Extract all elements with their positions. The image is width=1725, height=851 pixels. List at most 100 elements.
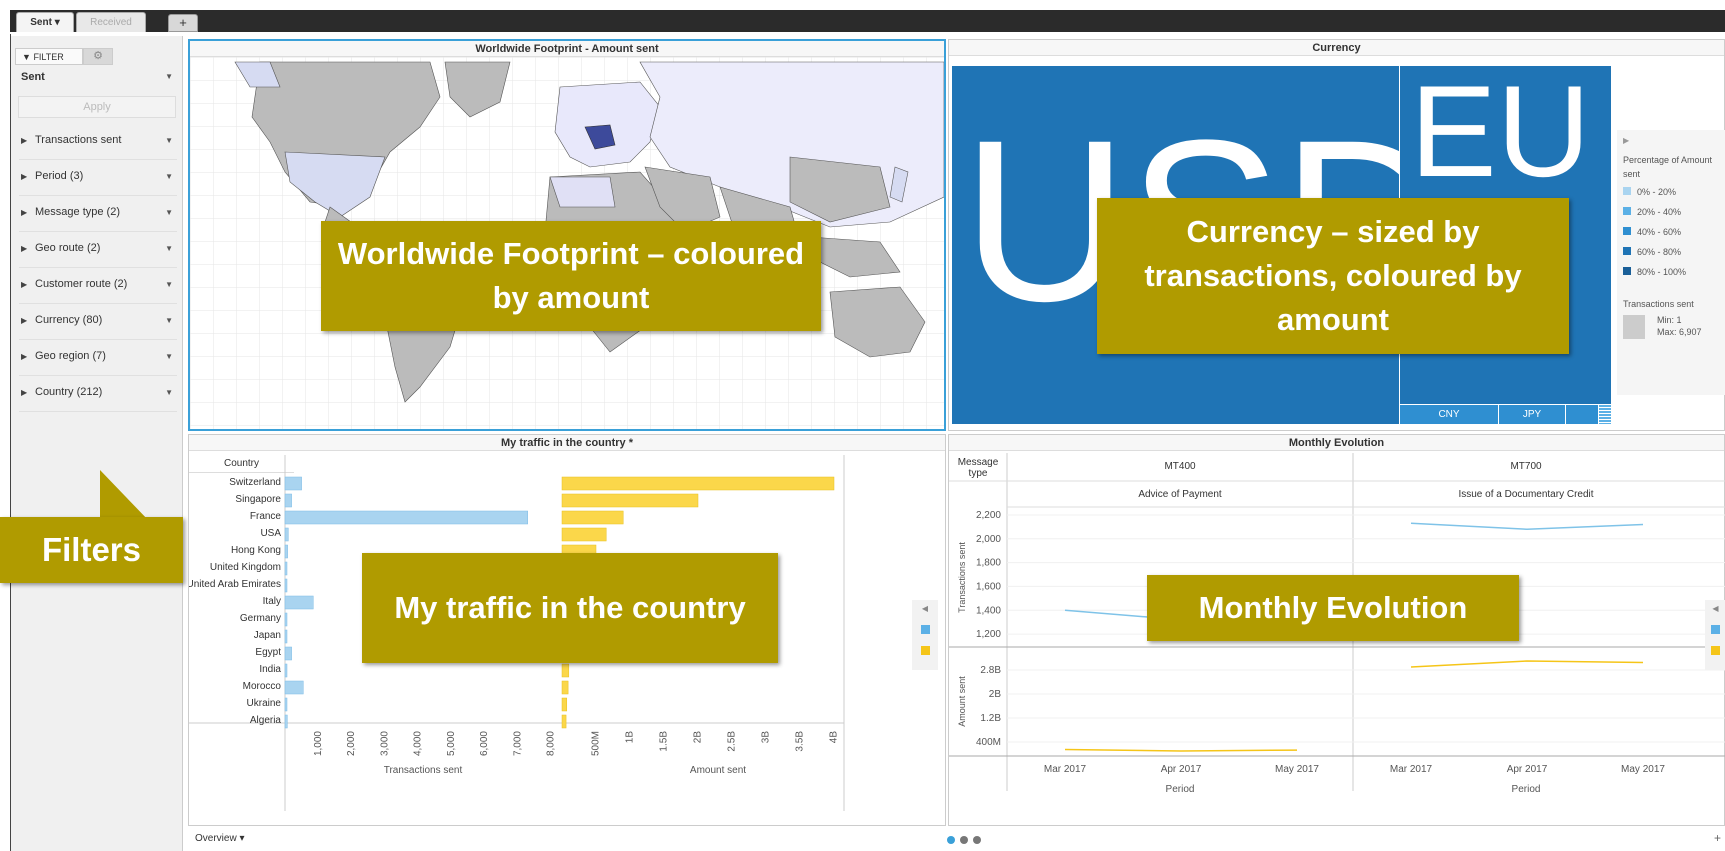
- amount-bar: [561, 493, 699, 508]
- transactions-bar: [284, 510, 528, 525]
- traffic-legend-collapsed[interactable]: ◀: [912, 600, 938, 670]
- treemap-tile-other[interactable]: [1566, 405, 1598, 424]
- country-label: United Kingdom: [210, 562, 281, 573]
- transactions-bar: [284, 561, 288, 576]
- transactions-tick-label: 6,000: [479, 731, 490, 756]
- legend-bin: 80% - 100%: [1623, 267, 1720, 287]
- legend-bin-label: 40% - 60%: [1637, 227, 1682, 237]
- map-panel-title: Worldwide Footprint - Amount sent: [190, 41, 944, 57]
- treemap-tile-cny[interactable]: CNY: [1400, 405, 1498, 424]
- transactions-tick-label: 5,000: [446, 731, 457, 756]
- page-dot[interactable]: [960, 836, 969, 844]
- treemap-tile-small[interactable]: [1599, 405, 1611, 424]
- country-label: France: [250, 511, 282, 522]
- page-dots[interactable]: [947, 835, 982, 847]
- legend-bin: 60% - 80%: [1623, 247, 1720, 267]
- treemap-label-eur: EU: [1410, 66, 1591, 204]
- expand-icon: ▶: [21, 244, 28, 253]
- chevron-down-icon: ▼: [165, 280, 173, 289]
- amount-bar: [561, 527, 607, 542]
- page-dot[interactable]: [973, 836, 982, 844]
- x-axis-title: Period: [1166, 784, 1195, 795]
- transactions-axis-title: Transactions sent: [384, 765, 463, 776]
- x-tick-label: May 2017: [1621, 764, 1665, 775]
- y-axis-title-amount: Amount sent: [957, 676, 967, 727]
- country-label: USA: [260, 528, 281, 539]
- monthly-legend-collapsed[interactable]: ◀: [1705, 600, 1725, 670]
- filter-item-label: Geo route (2): [35, 242, 101, 254]
- transactions-bar: [284, 493, 292, 508]
- tab-sent[interactable]: Sent ▾: [16, 12, 74, 32]
- y-tick-label: 2.8B: [980, 665, 1001, 676]
- filter-item-transactions[interactable]: ▶ Transactions sent ▼: [19, 122, 177, 160]
- gear-icon: ⚙: [93, 50, 103, 62]
- transactions-bar: [284, 646, 292, 661]
- x-tick-label: Mar 2017: [1390, 764, 1433, 775]
- legend-swatch: [1623, 247, 1631, 255]
- legend-bin: 0% - 20%: [1623, 187, 1720, 207]
- filter-item-period[interactable]: ▶ Period (3) ▼: [19, 158, 177, 196]
- chevron-down-icon: ▼: [165, 244, 173, 253]
- y-tick-label: 2,200: [976, 510, 1001, 521]
- chevron-down-icon: ▼: [165, 72, 173, 81]
- legend-bin-label: 0% - 20%: [1637, 187, 1677, 197]
- footer-bar: Overview ▾ +: [183, 828, 1725, 851]
- filter-item-country[interactable]: ▶ Country (212) ▼: [19, 374, 177, 412]
- country-label: Italy: [263, 596, 281, 607]
- transactions-bar: [284, 612, 288, 627]
- transactions-bar: [284, 663, 288, 678]
- filter-item-customer-route[interactable]: ▶ Customer route (2) ▼: [19, 266, 177, 304]
- amount-bar: [561, 680, 569, 695]
- y-axis-title-transactions: Transactions sent: [957, 542, 967, 613]
- y-tick-label: 1,800: [976, 558, 1001, 569]
- add-tab-button[interactable]: +: [168, 14, 198, 32]
- transactions-bar: [284, 527, 289, 542]
- view-select[interactable]: Sent ▼: [19, 69, 177, 87]
- region-north-africa[interactable]: [549, 176, 616, 208]
- tab-received[interactable]: Received: [76, 12, 146, 32]
- amount-tick-label: 3.5B: [795, 731, 806, 752]
- legend-collapse-icon[interactable]: ▶: [1623, 136, 1720, 145]
- legend-size-title: Transactions sent: [1623, 299, 1694, 309]
- message-type-code: MT700: [1510, 461, 1542, 472]
- page-dot-active[interactable]: [947, 836, 955, 844]
- y-tick-label: 1,600: [976, 581, 1001, 592]
- currency-callout: Currency – sized by transactions, colour…: [1097, 198, 1569, 354]
- y-tick-label: 400M: [976, 737, 1001, 748]
- transactions-tick-label: 1,000: [313, 731, 324, 756]
- transactions-tick-label: 3,000: [379, 731, 390, 756]
- currency-legend: ▶ Percentage of Amount sent 0% - 20% 20%…: [1617, 130, 1725, 395]
- amount-tick-label: 1B: [625, 731, 636, 744]
- filter-item-geo-route[interactable]: ▶ Geo route (2) ▼: [19, 230, 177, 268]
- legend-bin: 20% - 40%: [1623, 207, 1720, 227]
- legend-min-label: Min: 1: [1657, 315, 1682, 325]
- apply-button[interactable]: Apply: [18, 96, 176, 118]
- amount-bar: [561, 714, 567, 729]
- legend-max-label: Max: 6,907: [1657, 327, 1702, 337]
- chevron-down-icon: ▼: [165, 388, 173, 397]
- add-page-button[interactable]: +: [1714, 831, 1721, 845]
- message-type-header: Message: [958, 457, 999, 468]
- amount-tick-label: 2.5B: [727, 731, 738, 752]
- legend-bin: 40% - 60%: [1623, 227, 1720, 247]
- settings-tab[interactable]: ⚙: [83, 48, 113, 65]
- y-tick-label: 2,000: [976, 534, 1001, 545]
- x-tick-label: Apr 2017: [1507, 764, 1548, 775]
- y-tick-label: 1,200: [976, 629, 1001, 640]
- filter-item-geo-region[interactable]: ▶ Geo region (7) ▼: [19, 338, 177, 376]
- expand-icon: ▶: [21, 136, 28, 145]
- amount-tick-label: 2B: [693, 731, 704, 744]
- filter-item-message-type[interactable]: ▶ Message type (2) ▼: [19, 194, 177, 232]
- view-selector[interactable]: Overview ▾: [195, 833, 245, 844]
- filter-tab[interactable]: ▼ FILTER: [15, 48, 83, 65]
- legend-bin-label: 20% - 40%: [1637, 207, 1682, 217]
- legend-swatch-transactions: [920, 625, 930, 634]
- expand-icon: ▶: [21, 280, 28, 289]
- filter-item-currency[interactable]: ▶ Currency (80) ▼: [19, 302, 177, 340]
- amount-tick-label: 1.5B: [659, 731, 670, 752]
- treemap-tile-jpy[interactable]: JPY: [1499, 405, 1565, 424]
- expand-icon: ▶: [21, 208, 28, 217]
- transactions-tick-label: 4,000: [413, 731, 424, 756]
- transactions-bar: [284, 578, 288, 593]
- filter-item-label: Period (3): [35, 170, 84, 182]
